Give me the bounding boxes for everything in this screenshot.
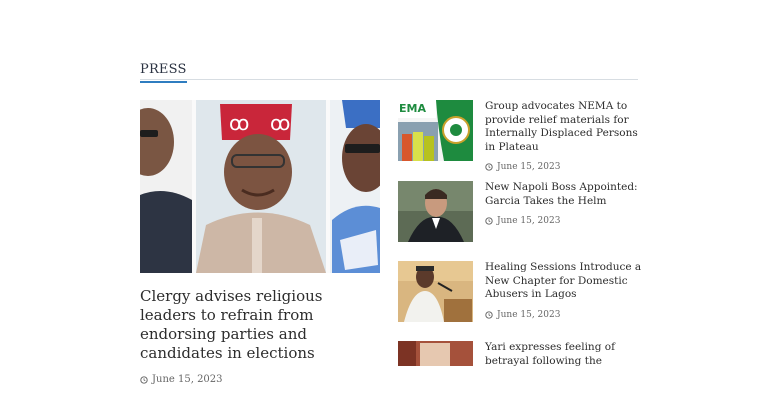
clock-icon	[485, 310, 493, 319]
news-thumbnail[interactable]	[398, 341, 473, 366]
svg-text:ꝏ: ꝏ	[270, 111, 290, 135]
news-meta: June 15, 2023	[485, 162, 645, 172]
news-date: June 15, 2023	[497, 162, 561, 172]
news-date: June 15, 2023	[497, 216, 561, 226]
news-thumbnail[interactable]	[398, 181, 473, 242]
news-thumbnail[interactable]: EMA	[398, 100, 473, 161]
clock-icon	[485, 163, 493, 171]
featured-meta: June 15, 2023	[140, 374, 380, 385]
section-title: PRESS	[140, 62, 187, 83]
news-title[interactable]: New Napoli Boss Appointed: Garcia Takes …	[485, 181, 645, 208]
news-meta: June 15, 2023	[485, 310, 645, 320]
news-item-nema: EMA Group advocates NEMA to provide reli…	[398, 100, 643, 180]
news-item-yari: Yari expresses feeling of betrayal follo…	[398, 341, 643, 366]
news-item-napoli: New Napoli Boss Appointed: Garcia Takes …	[398, 181, 643, 261]
news-item-lagos: Healing Sessions Introduce a New Chapter…	[398, 261, 643, 341]
news-date: June 15, 2023	[497, 309, 561, 320]
news-title[interactable]: Yari expresses feeling of betrayal follo…	[485, 341, 643, 366]
featured-image[interactable]: ꝏ ꝏ	[140, 100, 380, 273]
clock-icon	[485, 217, 493, 225]
svg-text:ꝏ: ꝏ	[229, 111, 249, 135]
featured-date: June 15, 2023	[152, 374, 223, 385]
nema-logo-text: EMA	[399, 102, 426, 115]
news-title[interactable]: Healing Sessions Introduce a New Chapter…	[485, 261, 645, 302]
featured-article: ꝏ ꝏ Clergy advises religious leaders to …	[140, 100, 380, 385]
news-thumbnail[interactable]	[398, 261, 473, 322]
press-section-header: PRESS	[140, 58, 638, 83]
section-divider	[140, 79, 638, 80]
news-meta: June 15, 2023	[485, 216, 645, 226]
news-title[interactable]: Group advocates NEMA to provide relief m…	[485, 100, 645, 154]
featured-title[interactable]: Clergy advises religious leaders to refr…	[140, 287, 380, 363]
clock-icon	[140, 375, 148, 384]
